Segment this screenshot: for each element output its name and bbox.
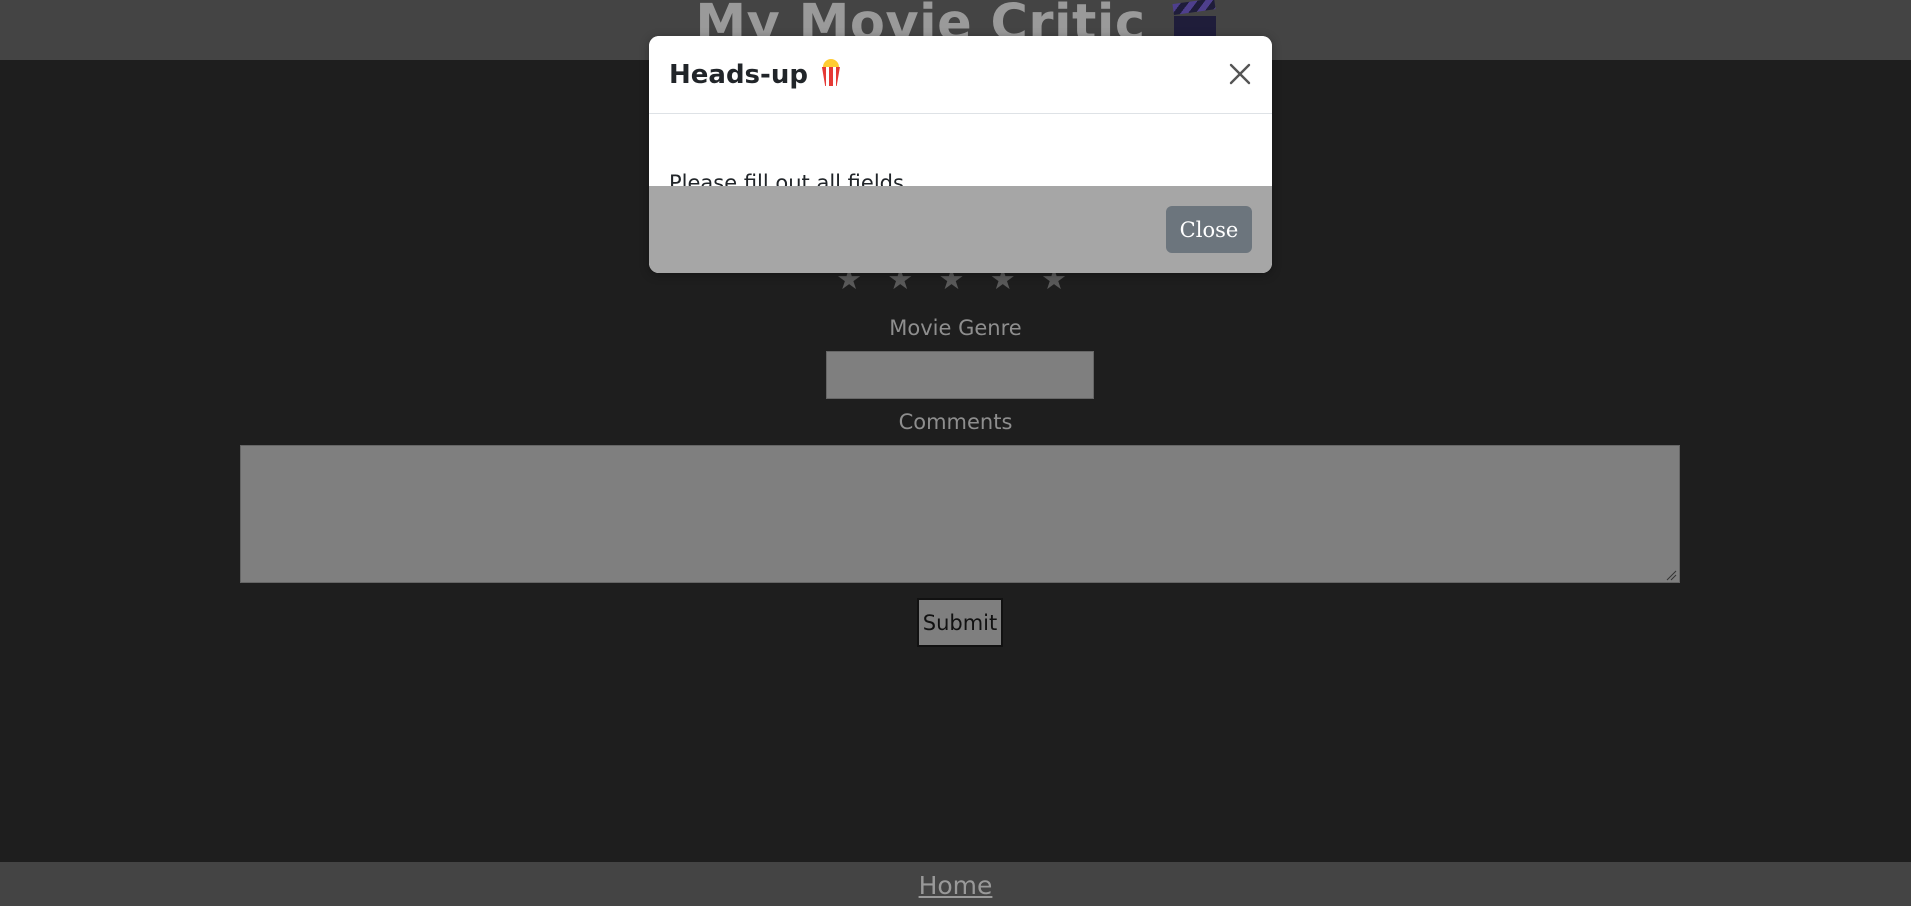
modal-title: Heads-up — [669, 58, 842, 90]
modal-header: Heads-up — [649, 36, 1272, 114]
alert-modal: Heads-up Please fill out all fields. Clo… — [649, 36, 1272, 273]
modal-overlay: Heads-up Please fill out all fields. Clo… — [0, 0, 1911, 906]
close-button[interactable]: Close — [1166, 206, 1252, 253]
close-icon-button[interactable] — [1222, 56, 1258, 92]
modal-footer: Close — [649, 186, 1272, 273]
close-icon — [1229, 63, 1251, 85]
popcorn-icon — [820, 58, 842, 86]
modal-title-text: Heads-up — [669, 60, 808, 90]
